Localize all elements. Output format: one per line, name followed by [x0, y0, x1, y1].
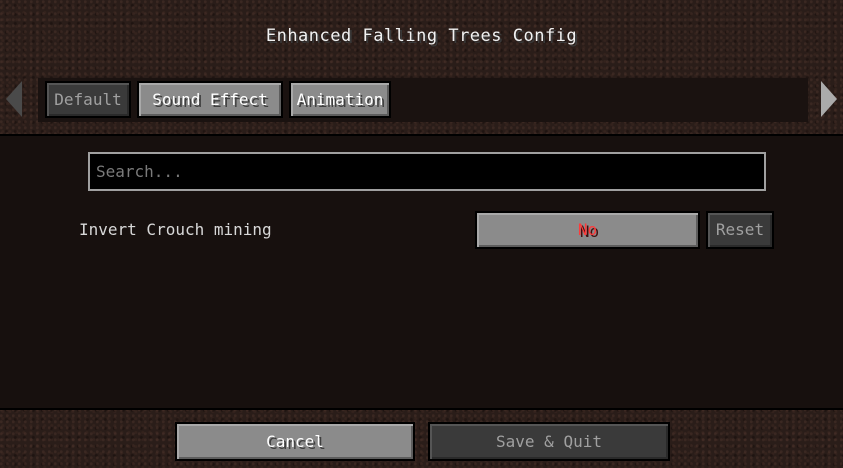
search-input[interactable]: [90, 154, 764, 189]
reset-button[interactable]: Reset: [706, 211, 774, 249]
triangle-right-icon[interactable]: [821, 81, 837, 117]
cancel-button[interactable]: Cancel: [175, 422, 415, 461]
tab-sound-effect[interactable]: Sound Effect: [137, 81, 283, 118]
option-label-invert-crouch-mining: Invert Crouch mining: [79, 220, 272, 239]
option-value-button[interactable]: No: [475, 211, 700, 249]
save-and-quit-button[interactable]: Save & Quit: [428, 422, 670, 461]
search-box: [88, 152, 766, 191]
tab-animation[interactable]: Animation: [289, 81, 391, 118]
triangle-left-icon[interactable]: [6, 81, 22, 117]
tab-default[interactable]: Default: [45, 81, 131, 118]
screen-title: Enhanced Falling Trees Config: [265, 26, 578, 46]
